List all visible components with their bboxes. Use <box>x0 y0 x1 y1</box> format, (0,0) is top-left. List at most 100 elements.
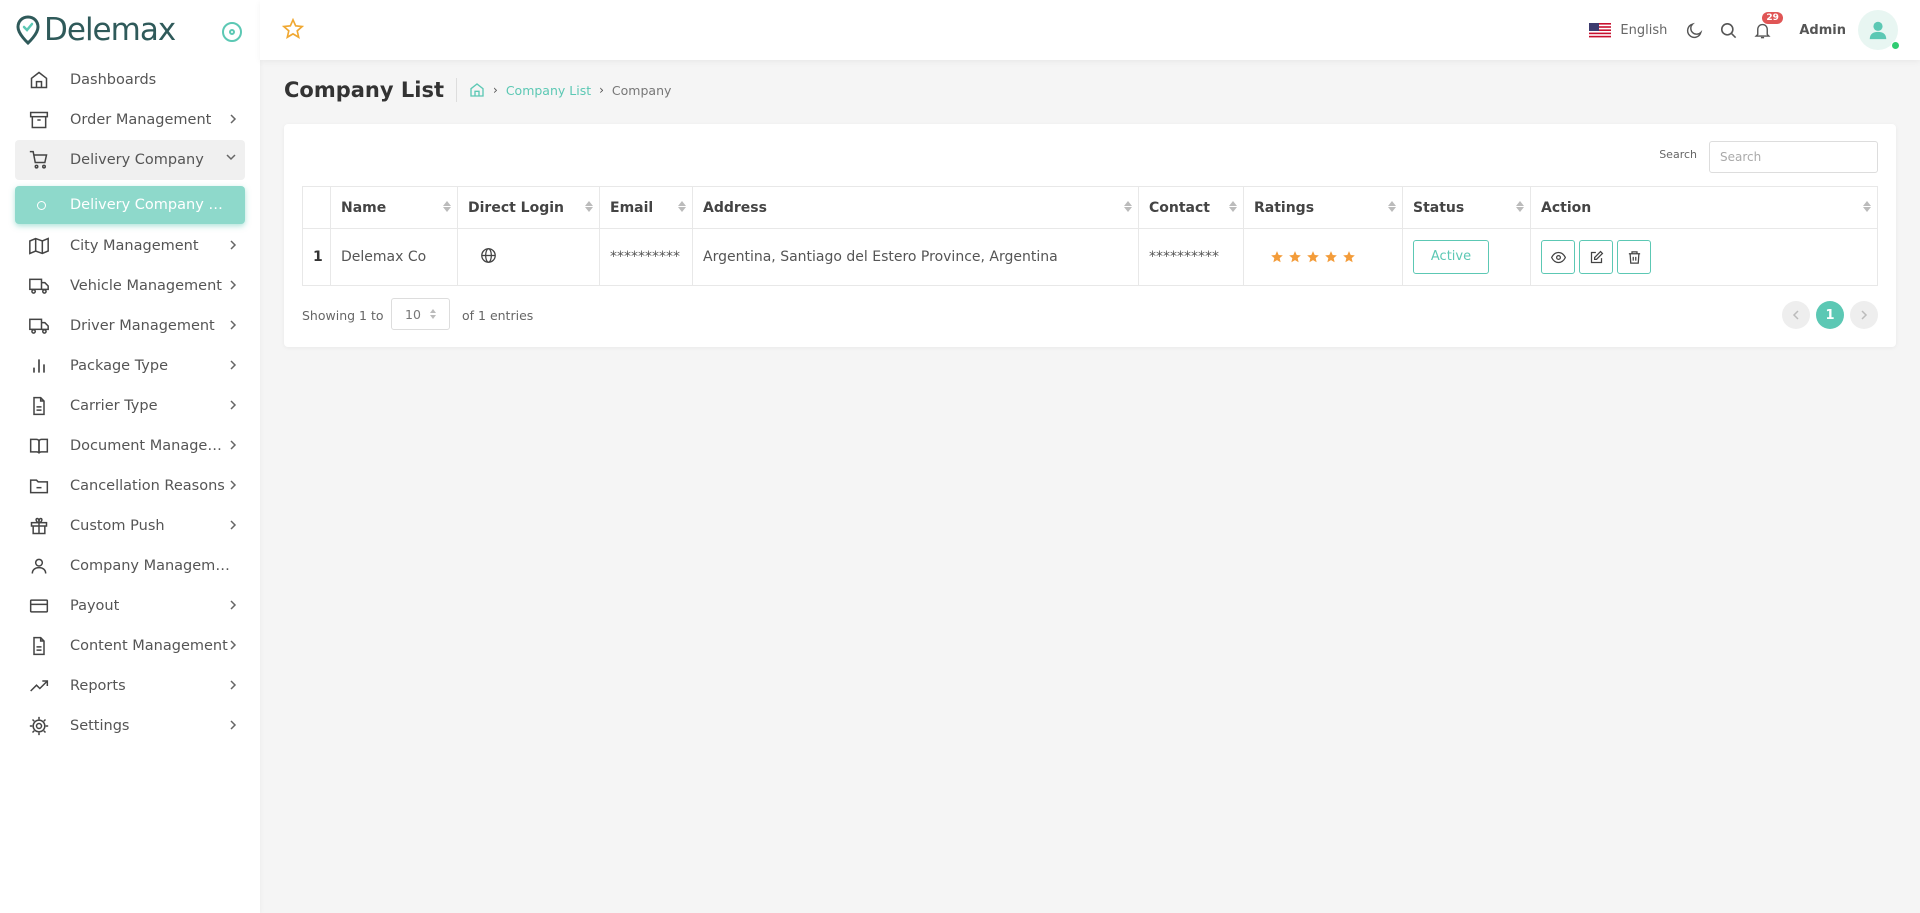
sort-icon[interactable] <box>1863 201 1871 212</box>
sidebar-item-cancellation-reasons[interactable]: Cancellation Reasons <box>15 466 245 506</box>
column-header-label: Action <box>1541 199 1592 216</box>
chevron-right-icon <box>229 113 237 125</box>
sort-icon[interactable] <box>585 201 593 212</box>
breadcrumb-company-list[interactable]: Company List <box>506 83 591 98</box>
sidebar-item-settings[interactable]: Settings <box>15 706 245 746</box>
top-header: English 29 Admin <box>260 0 1920 60</box>
sidebar-item-label: Dashboards <box>70 72 157 88</box>
sidebar-item-label: Document Manageme... <box>70 438 230 454</box>
sort-icon[interactable] <box>443 201 451 212</box>
table-header-row: Name Direct Login Email Address Contact … <box>302 186 1878 229</box>
trash-icon <box>1628 250 1640 264</box>
home-icon <box>28 69 50 91</box>
star-icon[interactable] <box>282 18 304 40</box>
chevron-right-icon <box>229 679 237 691</box>
globe-icon[interactable] <box>480 247 497 264</box>
language-selector[interactable]: English <box>1620 23 1667 38</box>
us-flag-icon <box>1589 22 1612 38</box>
sidebar: Delemax Dashboards Order Management Deli… <box>0 0 260 913</box>
bell-icon[interactable]: 29 <box>1753 11 1783 40</box>
sidebar-item-order-management[interactable]: Order Management <box>15 100 245 140</box>
column-header-address[interactable]: Address <box>692 186 1139 229</box>
star-filled-icon <box>1307 251 1319 263</box>
sidebar-item-package-type[interactable]: Package Type <box>15 346 245 386</box>
sidebar-item-reports[interactable]: Reports <box>15 666 245 706</box>
delete-button[interactable] <box>1617 240 1651 274</box>
search-icon[interactable] <box>1719 21 1738 40</box>
sidebar-item-delivery-company[interactable]: Delivery Company <box>15 140 245 180</box>
header-actions: English 29 Admin <box>1589 0 1920 60</box>
email-cell: ********** <box>599 228 693 286</box>
column-header-status[interactable]: Status <box>1402 186 1531 229</box>
column-header-direct-login[interactable]: Direct Login <box>457 186 600 229</box>
archive-icon <box>28 109 50 131</box>
document-icon <box>28 635 50 657</box>
sidebar-item-company-management[interactable]: Company Management <box>15 546 245 586</box>
sidebar-item-vehicle-management[interactable]: Vehicle Management <box>15 266 245 306</box>
column-header-label: Direct Login <box>468 199 565 216</box>
view-button[interactable] <box>1541 240 1575 274</box>
credit-card-icon <box>28 595 50 617</box>
user-icon <box>28 555 50 577</box>
sidebar-item-label: Payout <box>70 598 120 614</box>
home-icon[interactable] <box>469 82 485 98</box>
chevron-right-icon <box>229 479 237 491</box>
page-button-current[interactable]: 1 <box>1816 301 1844 329</box>
sidebar-item-driver-management[interactable]: Driver Management <box>15 306 245 346</box>
online-status-dot <box>1891 41 1900 50</box>
moon-icon[interactable] <box>1685 21 1704 40</box>
table-row: 1 Delemax Co ********** Argentina, Santi… <box>302 228 1878 286</box>
chevron-right-icon <box>229 519 237 531</box>
sidebar-item-content-management[interactable]: Content Management <box>15 626 245 666</box>
sort-icon[interactable] <box>1124 201 1132 212</box>
edit-button[interactable] <box>1579 240 1613 274</box>
sidebar-item-document-management[interactable]: Document Manageme... <box>15 426 245 466</box>
sidebar-item-carrier-type[interactable]: Carrier Type <box>15 386 245 426</box>
column-header-ratings[interactable]: Ratings <box>1243 186 1403 229</box>
column-header-label: Ratings <box>1254 199 1315 216</box>
sidebar-item-label: Cancellation Reasons <box>70 478 225 494</box>
search-input[interactable] <box>1709 141 1878 173</box>
chevron-left-icon <box>1792 310 1799 320</box>
sort-icon[interactable] <box>1388 201 1396 212</box>
column-header-contact[interactable]: Contact <box>1138 186 1244 229</box>
sidebar-item-custom-push[interactable]: Custom Push <box>15 506 245 546</box>
column-header-action[interactable]: Action <box>1530 186 1878 229</box>
chevron-right-icon <box>229 399 237 411</box>
next-page-button[interactable] <box>1850 301 1878 329</box>
star-filled-icon <box>1271 251 1283 263</box>
sidebar-item-label: Company Management <box>70 558 230 574</box>
truck-icon <box>28 275 50 297</box>
location-pin-logo-icon <box>16 15 40 45</box>
user-name[interactable]: Admin <box>1799 23 1846 38</box>
logo[interactable]: Delemax <box>0 0 260 60</box>
sidebar-item-city-management[interactable]: City Management <box>15 226 245 266</box>
page-header: Company List › Company List › Company <box>284 78 671 102</box>
sort-icon[interactable] <box>1229 201 1237 212</box>
avatar[interactable] <box>1858 10 1900 50</box>
breadcrumb: › Company List › Company <box>469 82 671 98</box>
table-footer: Showing 1 to 10 of 1 entries 1 <box>302 296 1878 334</box>
sidebar-item-dashboards[interactable]: Dashboards <box>15 60 245 100</box>
previous-page-button[interactable] <box>1782 301 1810 329</box>
page-length-select[interactable]: 10 <box>391 298 450 330</box>
chevron-right-icon <box>229 319 237 331</box>
book-icon <box>28 435 50 457</box>
sort-icon[interactable] <box>1516 201 1524 212</box>
breadcrumb-separator-icon: › <box>599 83 604 97</box>
sort-icon[interactable] <box>678 201 686 212</box>
sidebar-item-label: Custom Push <box>70 518 165 534</box>
sidebar-item-payout[interactable]: Payout <box>15 586 245 626</box>
column-header-email[interactable]: Email <box>599 186 693 229</box>
sidebar-item-label: Package Type <box>70 358 169 374</box>
company-table: Name Direct Login Email Address Contact … <box>302 186 1878 286</box>
chevron-right-icon <box>229 639 237 651</box>
column-header-name[interactable]: Name <box>330 186 458 229</box>
address-cell: Argentina, Santiago del Estero Province,… <box>692 228 1139 286</box>
sidebar-toggle-icon[interactable] <box>222 22 242 42</box>
chevron-right-icon <box>229 599 237 611</box>
status-badge[interactable]: Active <box>1413 240 1489 274</box>
chevron-right-icon <box>229 239 237 251</box>
sidebar-item-label: City Management <box>70 238 199 254</box>
sidebar-item-delivery-company-list[interactable]: Delivery Company List <box>15 186 245 224</box>
